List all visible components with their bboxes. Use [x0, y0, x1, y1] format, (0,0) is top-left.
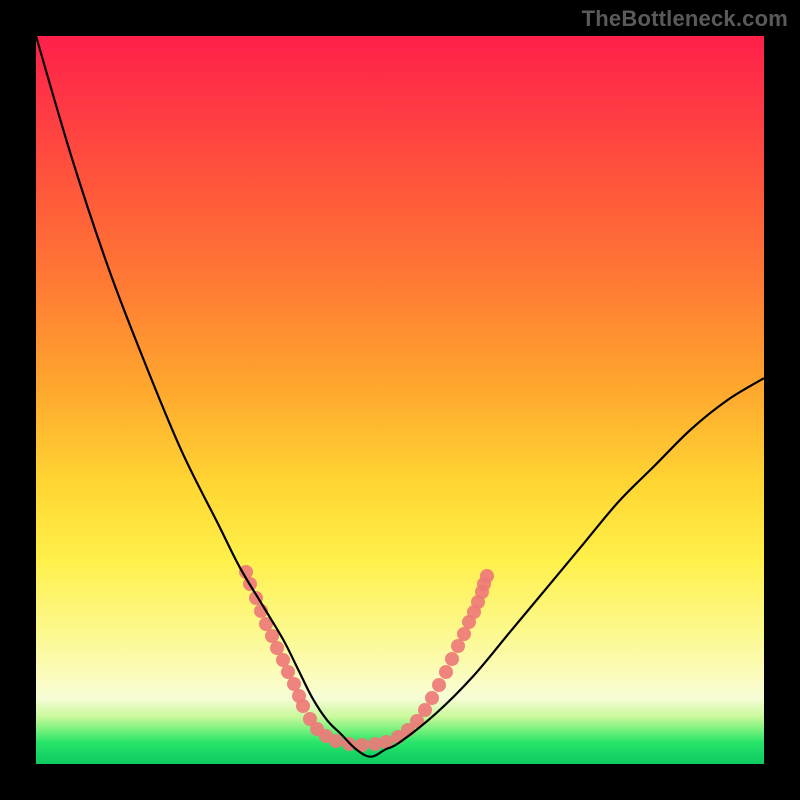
marker-dot: [418, 703, 432, 717]
marker-dot: [296, 699, 310, 713]
marker-dot: [432, 678, 446, 692]
marker-dot: [265, 629, 279, 643]
bottleneck-curve-path: [36, 36, 764, 757]
marker-dot: [270, 641, 284, 655]
marker-dot: [445, 652, 459, 666]
marker-dot: [329, 734, 343, 748]
chart-svg: [36, 36, 764, 764]
watermark-text: TheBottleneck.com: [582, 6, 788, 32]
marker-dot: [451, 639, 465, 653]
marker-dot: [457, 627, 471, 641]
marker-dot: [480, 569, 494, 583]
markers-group: [239, 565, 494, 752]
marker-dot: [287, 677, 301, 691]
marker-dot: [281, 665, 295, 679]
marker-dot: [425, 691, 439, 705]
marker-dot: [276, 653, 290, 667]
chart-frame: TheBottleneck.com: [0, 0, 800, 800]
chart-plot-area: [36, 36, 764, 764]
marker-dot: [439, 665, 453, 679]
